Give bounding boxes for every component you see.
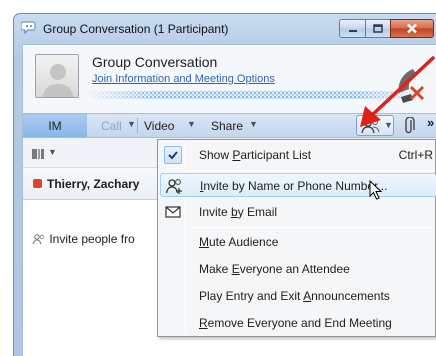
chat-bubble-icon	[21, 21, 36, 34]
menu-item-remove-everyone[interactable]: Remove Everyone and End Meeting	[160, 311, 436, 335]
people-icon	[361, 118, 380, 134]
toolbar-divider	[137, 118, 138, 133]
contact-silhouette-icon	[42, 64, 74, 97]
video-button[interactable]: Video	[144, 119, 174, 133]
group-avatar	[35, 54, 79, 98]
call-button[interactable]: Call	[101, 119, 122, 133]
presence-status-icon	[33, 179, 42, 188]
invite-people-label: Invite people fro	[49, 232, 135, 246]
menu-item-invite-by-email[interactable]: Invite by Email	[160, 200, 436, 224]
people-options-menu: Show Participant List Ctrl+R Invite by N…	[157, 139, 436, 337]
people-options-button[interactable]: ▼	[356, 115, 394, 136]
more-options-icon[interactable]: »	[427, 115, 434, 130]
maximize-icon	[373, 24, 383, 33]
checkmark-icon	[168, 151, 178, 160]
menu-item-mute-audience[interactable]: Mute Audience	[160, 230, 436, 254]
envelope-icon	[165, 206, 181, 218]
title-bar[interactable]: Group Conversation (1 Participant)	[14, 14, 436, 44]
menu-item-label: Invite by Name or Phone Number...	[200, 179, 388, 193]
paperclip-icon[interactable]	[404, 117, 416, 135]
menu-item-label: Mute Audience	[199, 235, 279, 249]
menu-item-play-announcements[interactable]: Play Entry and Exit Announcements	[160, 284, 436, 308]
menu-item-label: Invite by Email	[199, 205, 278, 219]
join-info-link[interactable]: Join Information and Meeting Options	[92, 73, 275, 85]
call-dropdown-arrow-icon[interactable]: ▼	[127, 119, 136, 129]
invite-people-icon	[165, 179, 182, 194]
participant-toggle-arrow-icon[interactable]: ▼	[48, 147, 57, 157]
menu-item-label: Make Everyone an Attendee	[199, 262, 350, 276]
close-icon	[407, 23, 417, 34]
invite-people-small-icon	[32, 234, 45, 245]
maximize-button[interactable]	[365, 19, 391, 38]
invite-people-text[interactable]: Invite people fro	[32, 232, 135, 246]
menu-item-show-participant-list[interactable]: Show Participant List Ctrl+R	[160, 143, 436, 167]
minimize-icon	[348, 29, 357, 32]
share-button[interactable]: Share	[211, 119, 243, 133]
conversation-toolbar: IM Call ▼ Video ▼ Share ▼ ▼ »	[22, 114, 436, 138]
menu-item-invite-by-name[interactable]: Invite by Name or Phone Number...	[160, 173, 436, 197]
participant-name: Thierry, Zachary	[47, 177, 140, 191]
menu-separator	[188, 227, 435, 228]
menu-separator	[188, 170, 435, 171]
menu-item-make-everyone-attendee[interactable]: Make Everyone an Attendee	[160, 257, 436, 281]
participant-list-toggle-icon[interactable]	[31, 147, 45, 161]
menu-item-label: Remove Everyone and End Meeting	[199, 316, 392, 330]
conversation-title: Group Conversation	[92, 54, 218, 70]
window-title: Group Conversation (1 Participant)	[43, 22, 229, 36]
tab-im-label: IM	[48, 118, 62, 133]
checkmark-box	[164, 146, 182, 164]
close-button[interactable]	[390, 19, 434, 38]
minimize-button[interactable]	[339, 19, 366, 38]
tab-im[interactable]: IM	[23, 114, 87, 137]
conversation-header: Group Conversation Join Information and …	[22, 44, 436, 114]
video-dropdown-arrow-icon[interactable]: ▼	[187, 119, 196, 129]
phone-icon[interactable]	[391, 63, 431, 107]
activity-dots	[85, 91, 425, 99]
menu-item-label: Show Participant List	[199, 148, 312, 162]
mouse-pointer-icon	[369, 180, 383, 200]
share-dropdown-arrow-icon[interactable]: ▼	[249, 119, 258, 129]
people-dropdown-arrow-icon: ▼	[384, 120, 393, 130]
menu-item-shortcut: Ctrl+R	[398, 148, 433, 162]
menu-item-label: Play Entry and Exit Announcements	[199, 289, 390, 303]
